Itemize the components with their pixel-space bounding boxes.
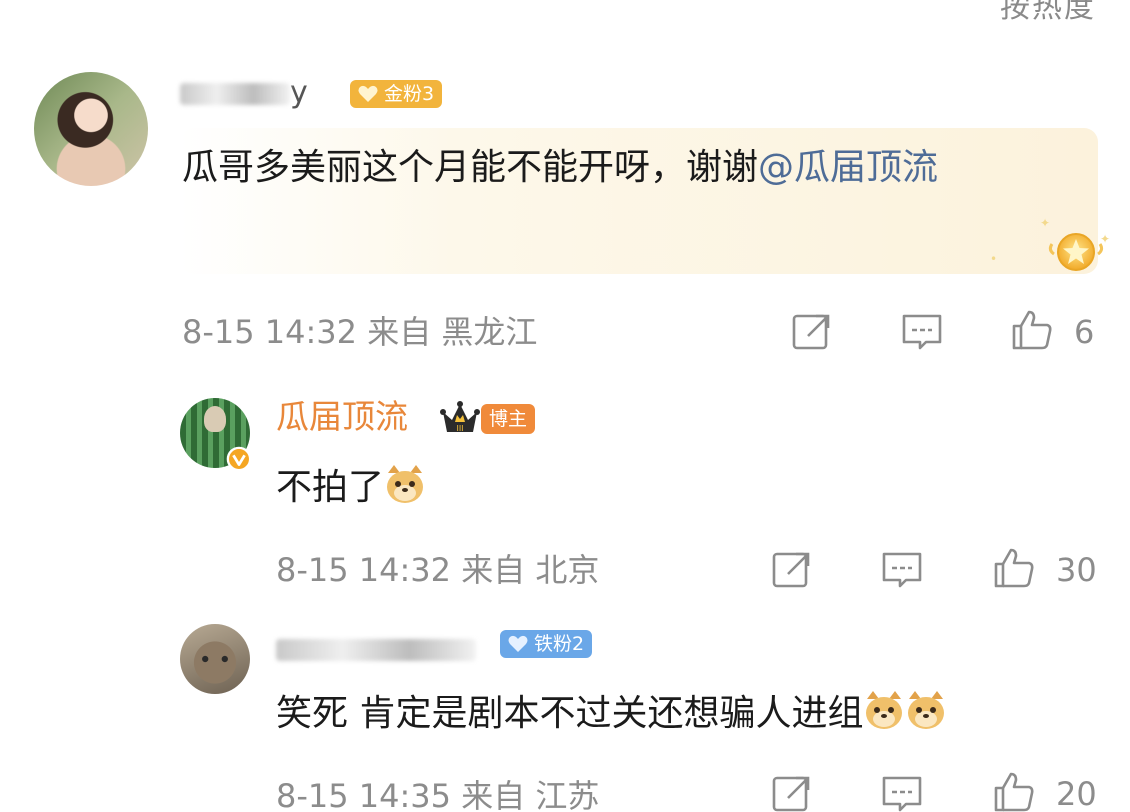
like-count: 20 bbox=[1056, 775, 1097, 812]
like-count: 30 bbox=[1056, 551, 1097, 589]
repost-icon[interactable] bbox=[770, 548, 814, 592]
blurred-username bbox=[180, 82, 290, 105]
username[interactable]: 瓜届顶流 bbox=[276, 398, 408, 436]
blurred-username bbox=[276, 638, 476, 661]
mention-link[interactable]: @瓜届顶流 bbox=[758, 147, 938, 188]
comment-meta: 8-15 14:35 来自 江苏 bbox=[276, 777, 600, 812]
repost-icon[interactable] bbox=[790, 310, 834, 354]
comment-text: 瓜哥多美丽这个月能不能开呀，谢谢@瓜届顶流 bbox=[182, 147, 939, 188]
comment-meta: 8-15 14:32 来自 北京 bbox=[276, 551, 600, 589]
comment-text: 不拍了 bbox=[276, 460, 426, 516]
avatar[interactable] bbox=[180, 624, 250, 694]
fan-heart-icon bbox=[508, 635, 528, 652]
doge-emoji bbox=[866, 691, 903, 729]
like-icon[interactable] bbox=[1010, 308, 1054, 352]
comment-meta: 8-15 14:32 来自 黑龙江 bbox=[182, 313, 538, 351]
sparkle-icon: • bbox=[990, 252, 998, 266]
gold-star-icon bbox=[1048, 233, 1104, 271]
sort-label[interactable]: 按热度 bbox=[1000, 0, 1096, 26]
crown-icon: III bbox=[440, 401, 480, 433]
like-count: 6 bbox=[1074, 313, 1095, 351]
fan-badge: 金粉3 bbox=[350, 80, 443, 108]
comment-icon[interactable] bbox=[900, 310, 944, 354]
fan-heart-icon bbox=[358, 85, 378, 102]
doge-emoji bbox=[908, 691, 945, 729]
like-icon[interactable] bbox=[992, 546, 1036, 590]
doge-emoji bbox=[387, 465, 424, 503]
comment-icon[interactable] bbox=[880, 772, 924, 812]
sparkle-icon: ✦ bbox=[1100, 232, 1111, 246]
comment-text: 笑死 肯定是剧本不过关还想骗人进组 bbox=[276, 686, 947, 742]
sparkle-icon: ✦ bbox=[1040, 216, 1051, 230]
comment-icon[interactable] bbox=[880, 548, 924, 592]
username[interactable] bbox=[276, 630, 476, 668]
svg-text:III: III bbox=[456, 424, 463, 433]
verified-icon bbox=[226, 446, 252, 472]
repost-icon[interactable] bbox=[770, 772, 814, 812]
fan-badge: 铁粉2 bbox=[500, 630, 593, 658]
like-icon[interactable] bbox=[992, 770, 1036, 812]
host-badge: 博主 bbox=[481, 404, 536, 434]
avatar[interactable] bbox=[34, 72, 148, 186]
username[interactable]: y bbox=[180, 74, 308, 112]
